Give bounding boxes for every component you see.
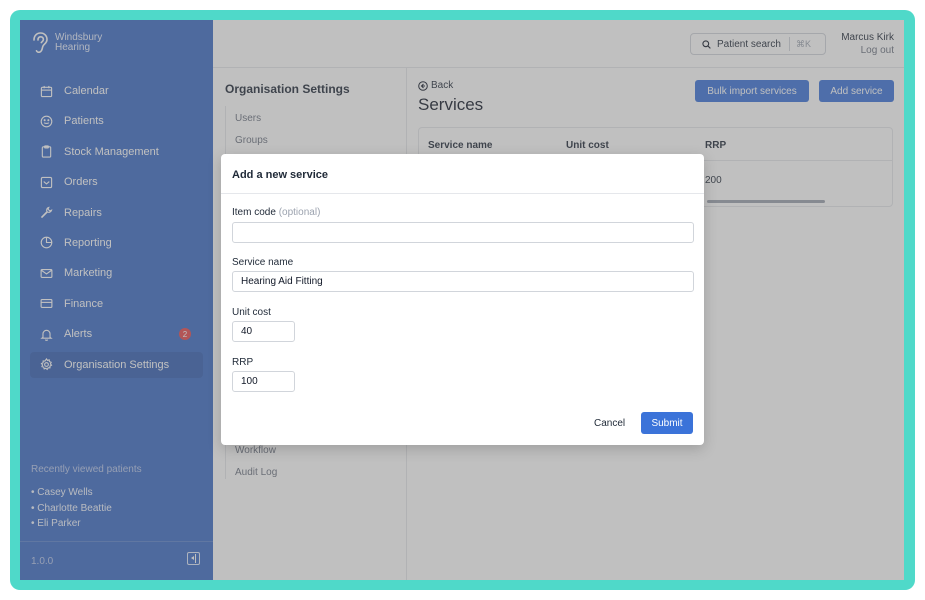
- modal-header-divider: [221, 193, 704, 194]
- app-window: Windsbury Hearing Calendar Patients Stoc…: [20, 20, 904, 580]
- rrp-input[interactable]: [232, 371, 295, 392]
- item-code-label: Item code (optional): [232, 207, 320, 218]
- add-service-modal: Add a new service Item code (optional) S…: [221, 154, 704, 445]
- unit-cost-label: Unit cost: [232, 307, 271, 318]
- item-code-label-text: Item code: [232, 207, 276, 218]
- optional-hint: (optional): [278, 207, 321, 218]
- service-name-input[interactable]: [232, 271, 694, 292]
- submit-button[interactable]: Submit: [641, 412, 693, 434]
- unit-cost-input[interactable]: [232, 321, 295, 342]
- service-name-label: Service name: [232, 257, 294, 268]
- modal-title: Add a new service: [232, 169, 328, 181]
- item-code-input[interactable]: [232, 222, 694, 243]
- cancel-button[interactable]: Cancel: [594, 418, 625, 429]
- rrp-label: RRP: [232, 357, 254, 368]
